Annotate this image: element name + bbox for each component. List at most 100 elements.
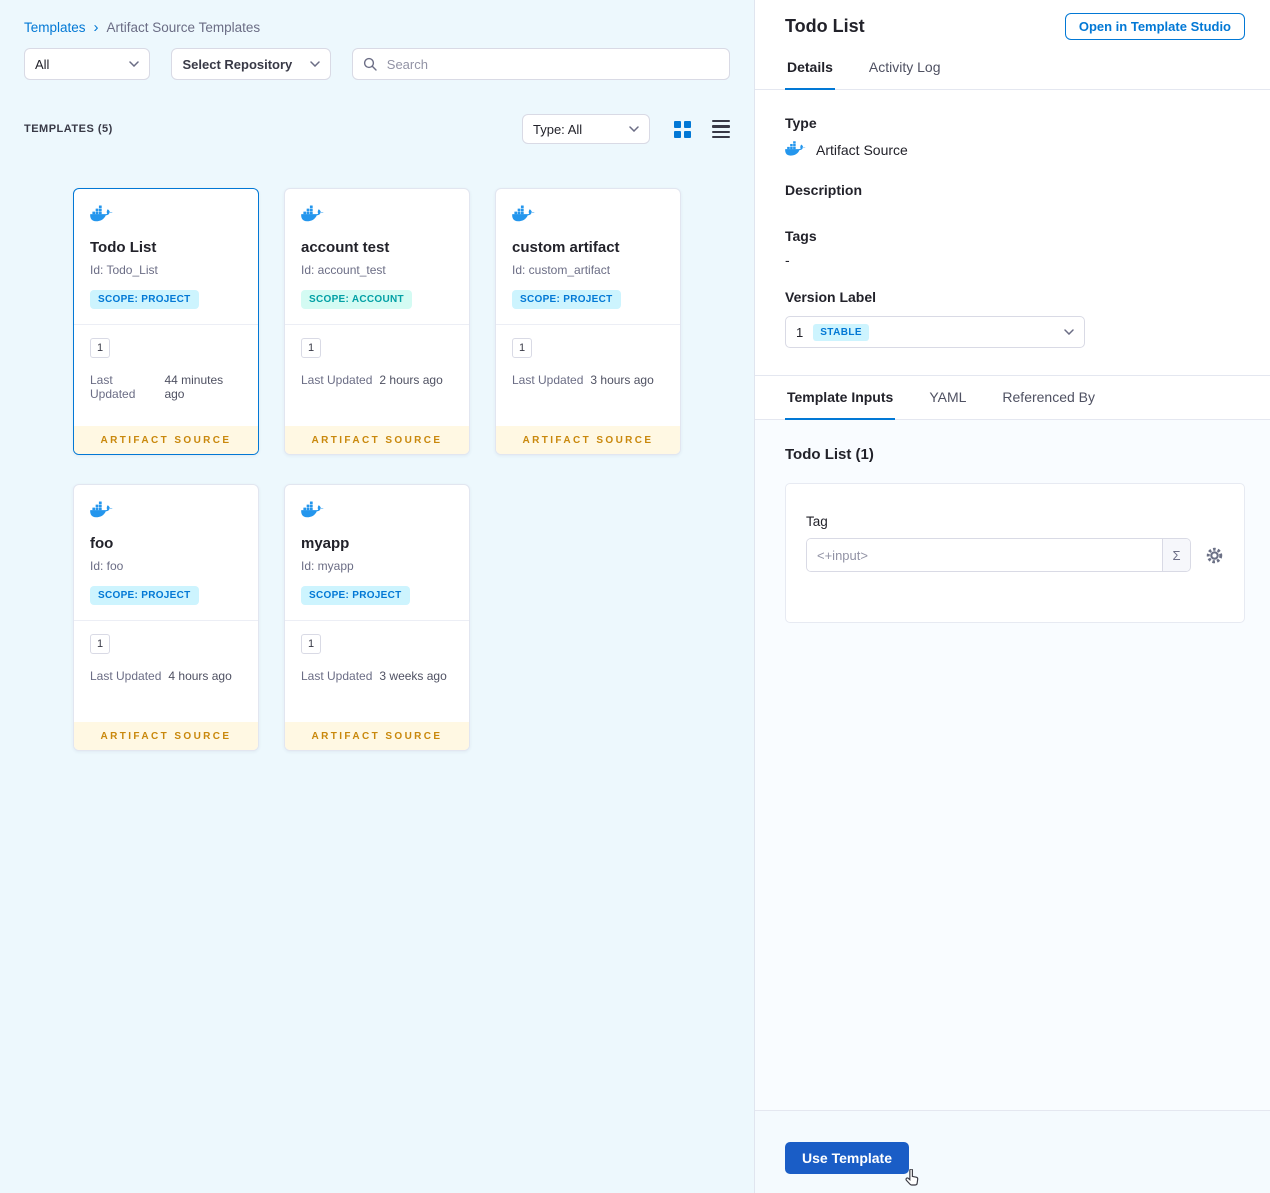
artifact-source-band: ARTIFACT SOURCE — [74, 722, 258, 750]
version-label-select[interactable]: 1 STABLE — [785, 316, 1085, 348]
inputs-section-title: Todo List (1) — [785, 446, 874, 463]
breadcrumb-current: Artifact Source Templates — [106, 20, 261, 35]
card-divider — [74, 620, 258, 621]
type-label: Type — [785, 115, 817, 131]
card-divider — [285, 620, 469, 621]
scope-filter-select[interactable]: All — [24, 48, 151, 80]
last-updated-label: Last Updated — [90, 669, 162, 683]
scope-badge: SCOPE: PROJECT — [90, 290, 199, 309]
use-template-button[interactable]: Use Template — [785, 1142, 909, 1174]
template-card-grid: Todo List Id: Todo_List SCOPE: PROJECT 1… — [73, 188, 681, 751]
list-header: TEMPLATES (5) Type: All — [0, 114, 754, 144]
docker-whale-icon — [90, 205, 242, 227]
last-updated-label: Last Updated — [512, 373, 584, 387]
tab-yaml[interactable]: YAML — [927, 376, 968, 419]
tag-row: Σ — [806, 538, 1224, 572]
search-input[interactable] — [384, 55, 719, 73]
version-count-badge: 1 — [301, 634, 321, 654]
version-label: Version Label — [785, 289, 877, 305]
chevron-down-icon — [129, 61, 140, 67]
stable-badge: STABLE — [813, 323, 869, 341]
version-count-badge: 1 — [512, 338, 532, 358]
inner-tabs: Template Inputs YAML Referenced By — [755, 376, 1270, 420]
expression-sigma-button[interactable]: Σ — [1162, 539, 1190, 571]
template-details-panel: Todo List Open in Template Studio Detail… — [755, 0, 1270, 1193]
breadcrumb: Templates › Artifact Source Templates — [0, 0, 754, 36]
scope-badge: SCOPE: PROJECT — [90, 586, 199, 605]
grid-view-icon[interactable] — [674, 120, 691, 138]
input-settings-gear-icon[interactable] — [1205, 546, 1224, 565]
details-section: Type Artifact Source Description Tags - … — [755, 90, 1270, 376]
template-card[interactable]: foo Id: foo SCOPE: PROJECT 1 Last Update… — [73, 484, 259, 751]
docker-whale-icon — [301, 501, 453, 523]
templates-list-panel: Templates › Artifact Source Templates Al… — [0, 0, 755, 1193]
artifact-source-band: ARTIFACT SOURCE — [74, 426, 258, 454]
panel-title: Todo List — [785, 16, 865, 36]
repository-filter-label: Select Repository — [182, 56, 293, 72]
type-row: Artifact Source — [785, 141, 1240, 159]
tags-value: - — [785, 252, 790, 268]
open-in-template-studio-button[interactable]: Open in Template Studio — [1064, 13, 1245, 40]
template-card[interactable]: custom artifact Id: custom_artifact SCOP… — [495, 188, 681, 455]
template-name: custom artifact — [512, 239, 620, 256]
template-card[interactable]: account test Id: account_test SCOPE: ACC… — [284, 188, 470, 455]
card-divider — [285, 324, 469, 325]
breadcrumb-separator-icon: › — [93, 19, 99, 36]
panel-header: Todo List Open in Template Studio — [755, 0, 1270, 46]
template-name: account test — [301, 239, 390, 256]
last-updated-row: Last Updated 3 hours ago — [512, 373, 664, 387]
templates-count-label: TEMPLATES (5) — [24, 123, 113, 135]
version-value: 1 — [796, 324, 804, 340]
last-updated-row: Last Updated 4 hours ago — [90, 669, 242, 683]
list-view-icon[interactable] — [712, 118, 730, 141]
template-card[interactable]: myapp Id: myapp SCOPE: PROJECT 1 Last Up… — [284, 484, 470, 751]
docker-whale-icon — [90, 501, 242, 523]
tags-label: Tags — [785, 228, 817, 244]
docker-whale-icon — [785, 141, 806, 159]
repository-filter-select[interactable]: Select Repository — [171, 48, 331, 80]
last-updated-row: Last Updated 44 minutes ago — [90, 373, 242, 401]
template-id: Id: account_test — [301, 263, 386, 277]
tab-activity-log[interactable]: Activity Log — [867, 46, 943, 89]
scope-badge: SCOPE: PROJECT — [512, 290, 621, 309]
template-name: Todo List — [90, 239, 157, 256]
version-count-badge: 1 — [90, 338, 110, 358]
template-inputs-section: Todo List (1) Tag Σ — [755, 420, 1270, 1110]
tab-details[interactable]: Details — [785, 46, 835, 90]
template-name: foo — [90, 535, 114, 552]
type-filter-select[interactable]: Type: All — [522, 114, 650, 144]
card-divider — [496, 324, 680, 325]
filter-row: All Select Repository — [0, 36, 754, 80]
last-updated-value: 3 hours ago — [590, 373, 654, 387]
tab-template-inputs[interactable]: Template Inputs — [785, 376, 896, 420]
version-count-badge: 1 — [301, 338, 321, 358]
view-toggle — [674, 118, 730, 141]
tag-input[interactable] — [807, 539, 1162, 571]
tag-input-wrap: Σ — [806, 538, 1191, 572]
last-updated-label: Last Updated — [90, 373, 136, 401]
template-id: Id: myapp — [301, 559, 354, 573]
artifact-source-band: ARTIFACT SOURCE — [285, 426, 469, 454]
search-box — [351, 48, 730, 80]
template-name: myapp — [301, 535, 350, 552]
docker-whale-icon — [301, 205, 453, 227]
artifact-source-band: ARTIFACT SOURCE — [496, 426, 680, 454]
type-value: Artifact Source — [816, 142, 908, 158]
last-updated-value: 2 hours ago — [379, 373, 443, 387]
tab-referenced-by[interactable]: Referenced By — [1000, 376, 1097, 419]
chevron-down-icon — [629, 126, 639, 132]
description-label: Description — [785, 182, 863, 198]
breadcrumb-templates-link[interactable]: Templates — [24, 20, 86, 35]
template-card[interactable]: Todo List Id: Todo_List SCOPE: PROJECT 1… — [73, 188, 259, 455]
scope-badge: SCOPE: ACCOUNT — [301, 290, 412, 309]
search-icon — [363, 57, 377, 71]
chevron-down-icon — [1064, 329, 1074, 335]
scope-badge: SCOPE: PROJECT — [301, 586, 410, 605]
version-count-badge: 1 — [90, 634, 110, 654]
last-updated-row: Last Updated 3 weeks ago — [301, 669, 453, 683]
last-updated-label: Last Updated — [301, 373, 373, 387]
action-bar: Use Template — [755, 1110, 1270, 1193]
last-updated-label: Last Updated — [301, 669, 373, 683]
details-tabs: Details Activity Log — [755, 46, 1270, 90]
last-updated-row: Last Updated 2 hours ago — [301, 373, 453, 387]
